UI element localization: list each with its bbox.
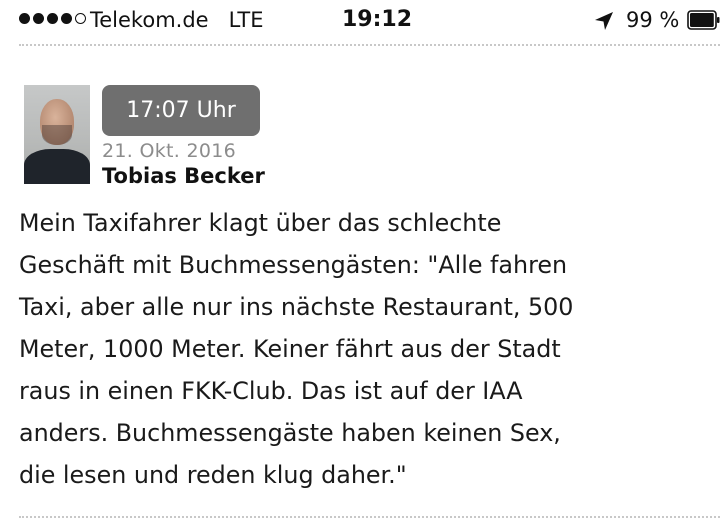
battery-percent: 99 % [626,8,680,32]
author-avatar[interactable] [24,85,90,184]
post-text-line: Taxi, aber alle nur ins nächste Restaura… [19,293,574,321]
location-arrow-icon [595,12,613,30]
avatar-beard [42,125,72,145]
post-text: Mein Taxifahrer klagt über das schlechte… [19,202,709,496]
time-badge: 17:07 Uhr [102,85,260,136]
avatar-shirt [24,149,90,184]
status-bar: Telekom.de LTE 19:12 99 % [0,0,720,42]
post-text-line: anders. Buchmessengäste haben keinen Sex… [19,419,561,447]
top-divider [19,44,720,46]
post-text-line: Meter, 1000 Meter. Keiner fährt aus der … [19,335,561,363]
author-name[interactable]: Tobias Becker [102,164,265,188]
post-date: 21. Okt. 2016 [102,140,236,162]
post-text-line: Geschäft mit Buchmessengästen: "Alle fah… [19,251,568,279]
bottom-divider [19,516,720,518]
post-text-line: Mein Taxifahrer klagt über das schlechte [19,209,502,237]
post-text-line: die lesen und reden klug daher." [19,461,407,489]
post-text-line: raus in einen FKK-Club. Das ist auf der … [19,377,523,405]
battery-icon [687,10,720,30]
